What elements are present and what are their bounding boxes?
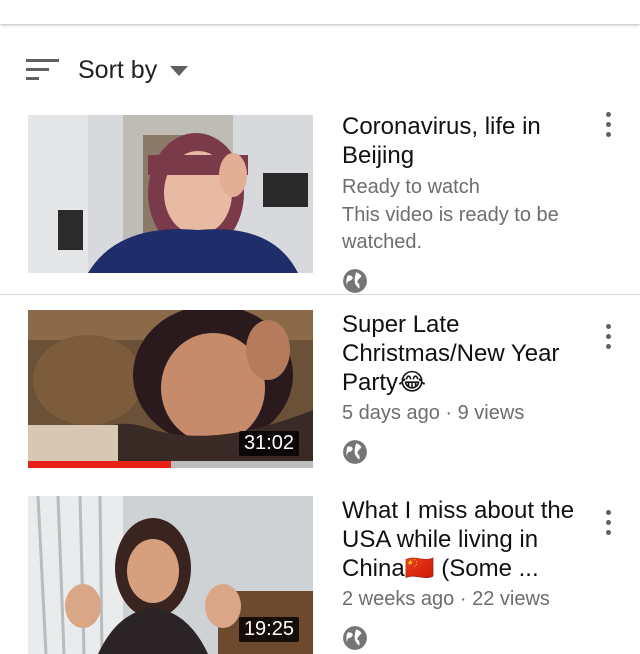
chevron-down-icon[interactable] [170, 66, 188, 76]
video-info[interactable]: Coronavirus, life in Beijing Ready to wa… [342, 112, 582, 294]
more-options-button[interactable] [598, 112, 618, 142]
video-thumbnail[interactable]: 31:02 [28, 310, 313, 468]
video-status: Ready to watch [342, 176, 480, 198]
video-thumbnail[interactable]: 19:25 [28, 496, 313, 654]
video-info[interactable]: What I miss about the USA while living i… [342, 496, 582, 651]
sort-icon[interactable] [26, 58, 60, 82]
video-thumbnail[interactable] [28, 115, 313, 273]
video-title[interactable]: What I miss about the USA while living i… [342, 496, 582, 583]
app-top-bar [0, 0, 640, 24]
video-meta: 5 days ago · 9 views [342, 402, 525, 424]
video-duration: 19:25 [238, 617, 299, 642]
globe-icon [343, 440, 367, 464]
sort-bar[interactable]: Sort by [0, 48, 640, 94]
video-meta: 2 weeks ago · 22 views [342, 588, 550, 610]
video-status-description: This video is ready to be watched. [342, 204, 559, 253]
video-duration: 31:02 [238, 431, 299, 456]
watch-progress-fill [28, 461, 171, 468]
more-options-button[interactable] [598, 510, 618, 540]
globe-icon [343, 626, 367, 650]
globe-icon [343, 269, 367, 293]
video-info[interactable]: Super Late Christmas/New Year Party😂 5 d… [342, 310, 582, 465]
sort-by-label[interactable]: Sort by [78, 56, 157, 85]
video-title[interactable]: Super Late Christmas/New Year Party😂 [342, 310, 582, 397]
divider [0, 294, 640, 295]
watch-progress-bar [28, 461, 313, 468]
more-options-button[interactable] [598, 324, 618, 354]
video-title[interactable]: Coronavirus, life in Beijing [342, 112, 582, 170]
